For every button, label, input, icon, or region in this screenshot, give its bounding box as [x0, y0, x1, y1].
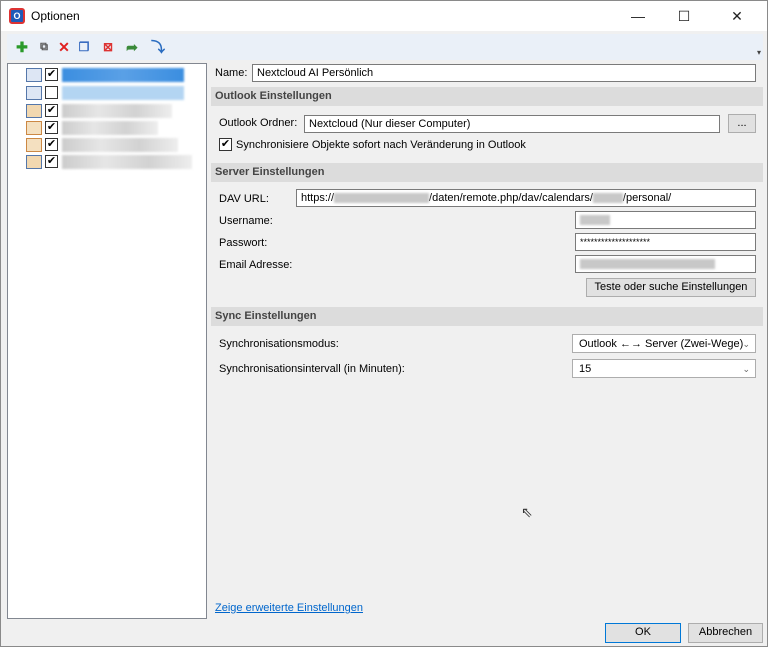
name-input[interactable]: Nextcloud AI Persönlich: [252, 64, 756, 82]
dav-url-input[interactable]: https:// /daten/remote.php/dav/calendars/…: [296, 189, 756, 207]
tasks-icon: [26, 138, 42, 152]
checkbox[interactable]: [45, 86, 58, 99]
email-input[interactable]: [575, 255, 756, 273]
add-multiple-icon[interactable]: ⧉: [35, 38, 53, 56]
calendar-icon: [26, 68, 42, 82]
ok-button[interactable]: OK: [605, 623, 681, 643]
calendar-icon: [26, 86, 42, 100]
chevron-down-icon: ⌄: [742, 339, 750, 349]
tree-item[interactable]: ✔: [26, 120, 196, 136]
import-icon[interactable]: ⤵: [149, 38, 167, 56]
test-settings-button[interactable]: Teste oder suche Einstellungen: [586, 278, 756, 297]
redacted-username: [580, 215, 610, 226]
add-icon[interactable]: ✚: [13, 38, 31, 56]
maximize-button[interactable]: ☐: [661, 1, 707, 31]
email-label: Email Adresse:: [219, 259, 293, 271]
close-button[interactable]: ✕: [707, 1, 767, 31]
name-label: Name:: [215, 67, 248, 79]
outlook-settings-header: Outlook Einstellungen: [211, 87, 763, 106]
dav-url-suffix: /personal/: [622, 192, 672, 204]
checkbox[interactable]: ✔: [45, 68, 58, 81]
tree-item-label: [62, 155, 192, 169]
cancel-button[interactable]: Abbrechen: [688, 623, 763, 643]
tree-item[interactable]: [26, 85, 196, 101]
sync-interval-select[interactable]: 15 ⌄: [572, 359, 756, 378]
checkbox[interactable]: ✔: [45, 121, 58, 134]
checkbox[interactable]: ✔: [45, 138, 58, 151]
export-icon[interactable]: ➦: [123, 38, 141, 56]
window-title: Optionen: [31, 9, 80, 23]
tree-item-label: [62, 86, 184, 100]
app-icon: O: [9, 8, 25, 24]
tree-item-label: [62, 68, 184, 82]
checkbox[interactable]: ✔: [45, 155, 58, 168]
dav-url-label: DAV URL:: [219, 193, 269, 205]
delete-icon[interactable]: ✕: [55, 38, 73, 56]
sync-interval-label: Synchronisationsintervall (in Minuten):: [219, 363, 405, 375]
tree-item-label: [62, 121, 158, 135]
toolbar: ✚ ⧉ ✕ ❐ ⊠ ➦ ⤵ ▾: [7, 34, 763, 60]
redacted-user: [592, 193, 623, 204]
checkbox[interactable]: ✔: [45, 104, 58, 117]
sync-immediately-checkbox[interactable]: ✔: [219, 138, 232, 151]
sync-interval-value: 15: [579, 363, 592, 375]
title-bar: O Optionen — ☐ ✕: [1, 1, 767, 31]
chevron-down-icon: ⌄: [742, 364, 750, 374]
minimize-button[interactable]: —: [615, 1, 661, 31]
sync-settings-header: Sync Einstellungen: [211, 307, 763, 326]
copy-icon[interactable]: ❐: [75, 38, 93, 56]
tasks-icon: [26, 121, 42, 135]
advanced-settings-link[interactable]: Zeige erweiterte Einstellungen: [215, 602, 363, 614]
tree-item-label: [62, 104, 172, 118]
outlook-folder-label: Outlook Ordner:: [219, 117, 298, 129]
username-input[interactable]: [575, 211, 756, 229]
sync-immediately-label: Synchronisiere Objekte sofort nach Verän…: [236, 139, 526, 151]
server-settings-header: Server Einstellungen: [211, 163, 763, 182]
username-label: Username:: [219, 215, 273, 227]
password-input[interactable]: ********************: [575, 233, 756, 251]
clear-cache-icon[interactable]: ⊠: [99, 38, 117, 56]
sync-mode-select[interactable]: Outlook ←→ Server (Zwei-Wege) ⌄: [572, 334, 756, 353]
profile-tree[interactable]: ✔ ✔ ✔ ✔ ✔: [7, 63, 207, 619]
tree-item[interactable]: ✔: [26, 154, 196, 170]
redacted-email: [580, 259, 715, 270]
sync-mode-label: Synchronisationsmodus:: [219, 338, 339, 350]
tree-item-label: [62, 138, 178, 152]
redacted-host: [334, 193, 430, 204]
sync-mode-value: Outlook ←→ Server (Zwei-Wege): [579, 338, 744, 350]
tree-item[interactable]: ✔: [26, 103, 196, 119]
outlook-folder-input[interactable]: Nextcloud (Nur dieser Computer): [304, 115, 720, 133]
tree-item[interactable]: ✔: [26, 67, 196, 83]
browse-folder-button[interactable]: ...: [728, 114, 756, 133]
dav-url-prefix: https://: [301, 192, 335, 204]
tree-item[interactable]: ✔: [26, 137, 196, 153]
dav-url-path: /daten/remote.php/dav/calendars/: [429, 192, 593, 204]
password-label: Passwort:: [219, 237, 268, 249]
mouse-cursor-icon: ⇖: [521, 504, 533, 520]
toolbar-overflow-icon[interactable]: ▾: [757, 48, 761, 57]
contacts-icon: [26, 104, 42, 118]
contacts-icon: [26, 155, 42, 169]
